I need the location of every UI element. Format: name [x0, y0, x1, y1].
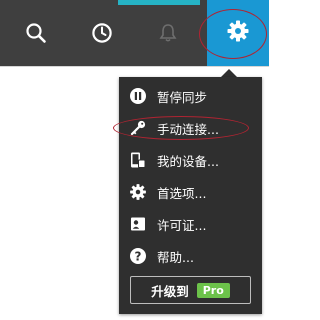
svg-text:?: ? [135, 249, 142, 263]
notifications-button[interactable] [140, 4, 196, 66]
gear-icon [119, 177, 157, 207]
license-icon [119, 209, 157, 239]
help-icon: ? [119, 241, 157, 271]
highlight-ellipse-manual-connect [113, 116, 249, 140]
search-button[interactable] [8, 4, 64, 66]
pause-icon [119, 81, 157, 111]
menu-item-label: 许可证... [157, 217, 207, 233]
menu-item-my-devices[interactable]: 我的设备... [119, 145, 262, 175]
highlight-ellipse-settings [199, 9, 267, 59]
menu-item-preferences[interactable]: 首选项... [119, 177, 262, 207]
menu-item-license[interactable]: 许可证... [119, 209, 262, 239]
devices-icon [119, 145, 157, 175]
pro-badge: Pro [196, 282, 230, 298]
history-button[interactable] [74, 4, 130, 66]
menu-item-label: 帮助... [157, 249, 194, 265]
clock-icon [91, 22, 113, 48]
menu-caret [221, 69, 237, 77]
upgrade-label: 升级到 [151, 283, 189, 299]
search-icon [25, 22, 47, 48]
menu-item-label: 暂停同步 [157, 89, 208, 105]
upgrade-to-pro-button[interactable]: 升级到 Pro [130, 276, 251, 304]
bell-icon [157, 22, 179, 48]
menu-item-label: 首选项... [157, 185, 207, 201]
menu-item-pause-sync[interactable]: 暂停同步 [119, 81, 262, 111]
menu-item-help[interactable]: ? 帮助... [119, 241, 262, 271]
menu-item-label: 我的设备... [157, 153, 219, 169]
toolbar-divider [0, 66, 269, 67]
